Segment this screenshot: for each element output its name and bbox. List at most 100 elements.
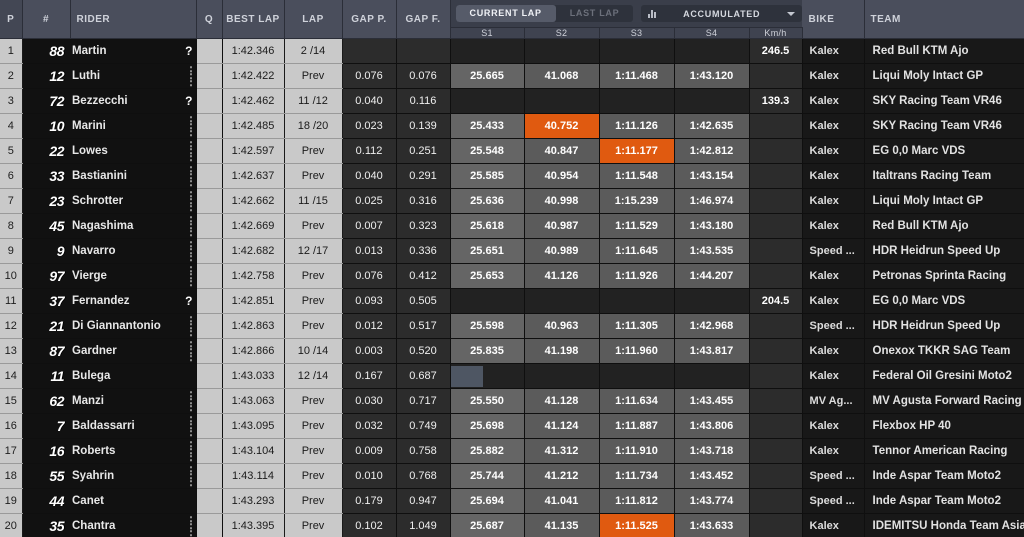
table-row[interactable]: 188Martin?1:42.3462 /14246.5KalexRed Bul… — [0, 39, 1024, 64]
table-row[interactable]: 212Luthi1:42.422Prev0.0760.07625.66541.0… — [0, 64, 1024, 89]
row-rider-name[interactable]: Di Giannantonio — [70, 314, 196, 339]
sector-s4-cell — [674, 39, 749, 64]
col-header-q[interactable]: Q — [196, 0, 222, 39]
row-rider-name[interactable]: Bezzecchi? — [70, 89, 196, 114]
row-q-cell — [196, 464, 222, 489]
row-rider-name[interactable]: Bastianini — [70, 164, 196, 189]
table-row[interactable]: 1716Roberts1:43.104Prev0.0090.75825.8824… — [0, 439, 1024, 464]
table-row[interactable]: 410Marini1:42.48518 /200.0230.13925.4334… — [0, 114, 1024, 139]
row-position: 19 — [0, 489, 22, 514]
row-team: Red Bull KTM Ajo — [864, 39, 1024, 64]
table-row[interactable]: 2035Chantra1:43.395Prev0.1021.04925.6874… — [0, 514, 1024, 537]
sector-s1-cell — [450, 289, 524, 314]
row-gap-previous: 0.076 — [342, 64, 396, 89]
row-q-cell — [196, 289, 222, 314]
row-q-cell — [196, 214, 222, 239]
row-rider-name[interactable]: Lowes — [70, 139, 196, 164]
row-rider-name[interactable]: Roberts — [70, 439, 196, 464]
row-rider-name[interactable]: Canet — [70, 489, 196, 514]
row-best-lap: 1:42.597 — [222, 139, 284, 164]
table-row[interactable]: 1562Manzi1:43.063Prev0.0300.71725.55041.… — [0, 389, 1024, 414]
lap-mode-segmented-control[interactable]: CURRENT LAP LAST LAP — [456, 5, 634, 22]
table-row[interactable]: 723Schrotter1:42.66211 /150.0250.31625.6… — [0, 189, 1024, 214]
table-row[interactable]: 99Navarro1:42.68212 /170.0130.33625.6514… — [0, 239, 1024, 264]
table-row[interactable]: 1855Syahrin1:43.114Prev0.0100.76825.7444… — [0, 464, 1024, 489]
row-gap-first: 0.758 — [396, 439, 450, 464]
table-row[interactable]: 522Lowes1:42.597Prev0.1120.25125.54840.8… — [0, 139, 1024, 164]
last-lap-option[interactable]: LAST LAP — [556, 5, 634, 22]
row-rider-number: 16 — [22, 439, 70, 464]
table-row[interactable]: 1097Vierge1:42.758Prev0.0760.41225.65341… — [0, 264, 1024, 289]
row-team: Petronas Sprinta Racing — [864, 264, 1024, 289]
row-rider-name[interactable]: Navarro — [70, 239, 196, 264]
row-speed: 204.5 — [749, 289, 802, 314]
col-header-s4[interactable]: S4 — [674, 28, 749, 39]
sector-s4-cell: 1:42.968 — [674, 314, 749, 339]
row-best-lap: 1:43.293 — [222, 489, 284, 514]
row-lap: 11 /15 — [284, 189, 342, 214]
row-rider-name[interactable]: Baldassarri — [70, 414, 196, 439]
table-row[interactable]: 1411Bulega1:43.03312 /140.1670.687KalexF… — [0, 364, 1024, 389]
row-rider-number: 44 — [22, 489, 70, 514]
col-header-gap-f[interactable]: GAP F. — [396, 0, 450, 39]
table-row[interactable]: 1387Gardner1:42.86610 /140.0030.52025.83… — [0, 339, 1024, 364]
col-header-number[interactable]: # — [22, 0, 70, 39]
row-lap: 12 /14 — [284, 364, 342, 389]
row-rider-name[interactable]: Bulega — [70, 364, 196, 389]
dotted-status-icon — [190, 191, 192, 211]
row-best-lap: 1:42.662 — [222, 189, 284, 214]
col-header-s2[interactable]: S2 — [524, 28, 599, 39]
table-row[interactable]: 372Bezzecchi?1:42.46211 /120.0400.116139… — [0, 89, 1024, 114]
table-row[interactable]: 1137Fernandez?1:42.851Prev0.0930.505204.… — [0, 289, 1024, 314]
row-speed — [749, 464, 802, 489]
row-team: EG 0,0 Marc VDS — [864, 139, 1024, 164]
row-team: EG 0,0 Marc VDS — [864, 289, 1024, 314]
row-rider-name[interactable]: Nagashima — [70, 214, 196, 239]
row-rider-name[interactable]: Schrotter — [70, 189, 196, 214]
row-rider-name[interactable]: Syahrin — [70, 464, 196, 489]
accumulated-dropdown[interactable]: ACCUMULATED — [641, 5, 802, 22]
dotted-status-icon — [190, 241, 192, 261]
timing-table: P # RIDER Q BEST LAP LAP GAP P. GAP F. C… — [0, 0, 1024, 537]
current-lap-option[interactable]: CURRENT LAP — [456, 5, 556, 22]
chevron-down-icon[interactable] — [787, 12, 795, 16]
table-row[interactable]: 633Bastianini1:42.637Prev0.0400.29125.58… — [0, 164, 1024, 189]
table-row[interactable]: 845Nagashima1:42.669Prev0.0070.32325.618… — [0, 214, 1024, 239]
row-speed — [749, 139, 802, 164]
row-rider-name[interactable]: Chantra — [70, 514, 196, 537]
row-rider-name[interactable]: Vierge — [70, 264, 196, 289]
row-rider-name[interactable]: Gardner — [70, 339, 196, 364]
col-header-lap[interactable]: LAP — [284, 0, 342, 39]
col-header-speed[interactable]: Km/h — [749, 28, 802, 39]
row-q-cell — [196, 389, 222, 414]
col-header-bike[interactable]: BIKE — [802, 0, 864, 39]
row-team: Flexbox HP 40 — [864, 414, 1024, 439]
sector-s1-cell — [450, 89, 524, 114]
row-bike: Speed ... — [802, 464, 864, 489]
row-rider-name[interactable]: Martin? — [70, 39, 196, 64]
row-speed — [749, 489, 802, 514]
sector-s1-cell: 25.744 — [450, 464, 524, 489]
table-row[interactable]: 1944Canet1:43.293Prev0.1790.94725.69441.… — [0, 489, 1024, 514]
row-rider-name[interactable]: Fernandez? — [70, 289, 196, 314]
table-row[interactable]: 1221Di Giannantonio1:42.863Prev0.0120.51… — [0, 314, 1024, 339]
row-lap: Prev — [284, 214, 342, 239]
sector-s3-cell: 1:11.126 — [599, 114, 674, 139]
col-header-rider[interactable]: RIDER — [70, 0, 196, 39]
row-rider-name[interactable]: Manzi — [70, 389, 196, 414]
live-timing-screen: P # RIDER Q BEST LAP LAP GAP P. GAP F. C… — [0, 0, 1024, 537]
row-speed: 139.3 — [749, 89, 802, 114]
table-row[interactable]: 167Baldassarri1:43.095Prev0.0320.74925.6… — [0, 414, 1024, 439]
col-header-team[interactable]: TEAM — [864, 0, 1024, 39]
row-rider-name[interactable]: Marini — [70, 114, 196, 139]
table-header: P # RIDER Q BEST LAP LAP GAP P. GAP F. C… — [0, 0, 1024, 39]
row-gap-previous: 0.076 — [342, 264, 396, 289]
row-lap: 10 /14 — [284, 339, 342, 364]
col-header-s1[interactable]: S1 — [450, 28, 524, 39]
col-header-best-lap[interactable]: BEST LAP — [222, 0, 284, 39]
row-rider-number: 72 — [22, 89, 70, 114]
row-rider-name[interactable]: Luthi — [70, 64, 196, 89]
col-header-gap-p[interactable]: GAP P. — [342, 0, 396, 39]
col-header-position[interactable]: P — [0, 0, 22, 39]
col-header-s3[interactable]: S3 — [599, 28, 674, 39]
